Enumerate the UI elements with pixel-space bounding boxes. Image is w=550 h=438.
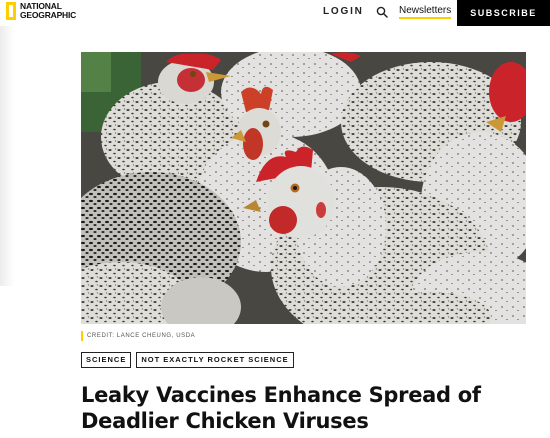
newsletters-link[interactable]: Newsletters [399, 5, 452, 19]
subscribe-button[interactable]: SUBSCRIBE [457, 0, 550, 26]
logo-line-2: GEOGRAPHIC [20, 10, 77, 20]
site-header: NATIONAL GEOGRAPHIC LOGIN Newsletters SU… [0, 0, 550, 27]
article-title: Leaky Vaccines Enhance Spread of Deadlie… [81, 383, 481, 433]
credit-accent [81, 331, 83, 341]
photo-credit: CREDIT: LANCE CHEUNG, USDA [87, 333, 196, 339]
article-tags: SCIENCE NOT EXACTLY ROCKET SCIENCE [81, 352, 294, 368]
page: NATIONAL GEOGRAPHIC LOGIN Newsletters SU… [0, 0, 550, 438]
search-icon[interactable] [376, 6, 388, 18]
left-edge-shadow [0, 26, 14, 286]
hero-image [81, 52, 526, 324]
logo-wordmark: NATIONAL GEOGRAPHIC [20, 2, 76, 20]
tag-science[interactable]: SCIENCE [81, 352, 132, 368]
login-link[interactable]: LOGIN [323, 6, 364, 17]
tag-not-exactly-rocket-science[interactable]: NOT EXACTLY ROCKET SCIENCE [136, 352, 294, 368]
yellow-border-icon [6, 2, 16, 20]
nat-geo-logo[interactable]: NATIONAL GEOGRAPHIC [6, 2, 76, 20]
